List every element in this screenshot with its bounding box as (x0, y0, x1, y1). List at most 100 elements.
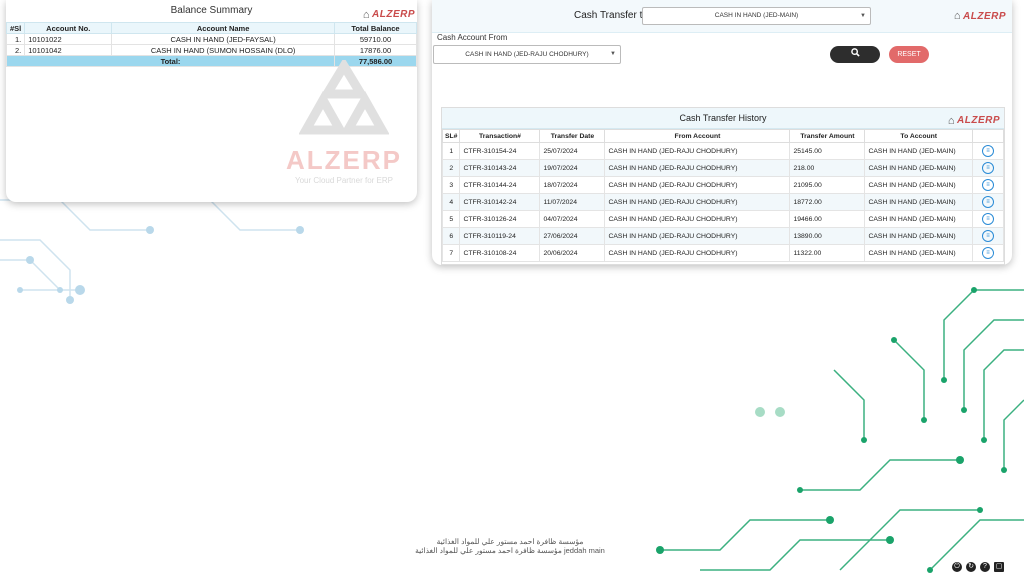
cell-amount: 218.00 (789, 159, 866, 177)
cell-amount: 13890.00 (789, 227, 866, 245)
cell-amount: 19466.00 (789, 210, 866, 228)
alzerp-logo-icon: ⌂ (947, 115, 955, 127)
power-icon[interactable]: ⏻ (952, 562, 962, 572)
account-from-select[interactable]: CASH IN HAND (JED-RAJU CHODHURY) ▼ (433, 45, 621, 64)
chevron-down-icon: ▼ (610, 51, 616, 57)
cell-date: 18/07/2024 (539, 176, 606, 194)
cell-from: CASH IN HAND (JED-RAJU CHODHURY) (604, 193, 791, 211)
table-row: 4 CTFR-310142-24 11/07/2024 CASH IN HAND (J… (441, 193, 1004, 211)
cell-from: CASH IN HAND (JED-RAJU CHODHURY) (604, 244, 791, 262)
cell-to: CASH IN HAND (JED-MAIN) (864, 210, 973, 228)
table-row: 7 CTFR-310108-24 20/06/2024 CASH IN HAND (J… (441, 244, 1004, 262)
col-transfer-amount: Transfer Amount (789, 129, 866, 143)
brand-logo: ⌂ ALZERP (363, 4, 415, 26)
cell-txn: CTFR-310144-24 (459, 176, 541, 194)
screen-icon[interactable]: ▢ (994, 562, 1004, 572)
transfer-history-section: Cash Transfer History ⌂ ALZERP SL# Trans… (441, 107, 1005, 265)
cell-to: CASH IN HAND (JED-MAIN) (864, 142, 973, 160)
alzerp-watermark-logo-icon (298, 57, 390, 135)
col-actions (972, 129, 1004, 143)
table-row: 2 CTFR-310143-24 19/07/2024 CASH IN HAND (J… (441, 159, 1004, 177)
table-row: 2. 10101042 CASH IN HAND (SUMON HOSSAIN … (6, 44, 417, 56)
cell-action: ≡ (972, 159, 1004, 177)
refresh-icon[interactable]: ↻ (966, 562, 976, 572)
col-to-account: To Account (864, 129, 973, 143)
transfer-history-table: SL# Transaction# Transfer Date From Acco… (441, 129, 1004, 262)
cell-date: 27/06/2024 (539, 227, 606, 245)
col-transaction: Transaction# (459, 129, 541, 143)
brand-logo: ⌂ ALZERP (948, 111, 1000, 131)
cell-sl: 7 (441, 244, 461, 262)
view-document-icon[interactable]: ≡ (982, 230, 994, 242)
cell-to: CASH IN HAND (JED-MAIN) (864, 193, 973, 211)
col-account-no: Account No. (24, 22, 113, 34)
company-name-line1: مؤسسة ظافرة احمد مستور علي للمواد الغذائ… (436, 537, 584, 546)
help-icon[interactable]: ? (980, 562, 990, 572)
view-document-icon[interactable]: ≡ (982, 213, 994, 225)
balance-summary-header: Balance Summary ⌂ ALZERP (6, 0, 417, 22)
cell-amount: 25145.00 (789, 142, 866, 160)
col-transfer-date: Transfer Date (539, 129, 606, 143)
cell-sl: 4 (441, 193, 461, 211)
cell-from: CASH IN HAND (JED-RAJU CHODHURY) (604, 176, 791, 194)
view-document-icon[interactable]: ≡ (982, 145, 994, 157)
cell-txn: CTFR-310126-24 (459, 210, 541, 228)
company-name-line2: مؤسسة ظافرة احمد مستور علي للمواد الغذائ… (415, 546, 605, 555)
view-document-icon[interactable]: ≡ (982, 179, 994, 191)
circuit-background-right (833, 287, 1024, 473)
cell-to: CASH IN HAND (JED-MAIN) (864, 159, 973, 177)
cell-date: 25/07/2024 (539, 142, 606, 160)
cell-action: ≡ (972, 142, 1004, 160)
transfer-history-title: Cash Transfer History (679, 113, 767, 123)
cell-txn: CTFR-310119-24 (459, 227, 541, 245)
cell-to: CASH IN HAND (JED-MAIN) (864, 227, 973, 245)
view-document-icon[interactable]: ≡ (982, 162, 994, 174)
col-sl: SL# (441, 129, 461, 143)
alzerp-logo-icon: ⌂ (953, 10, 961, 22)
cell-action: ≡ (972, 193, 1004, 211)
cell-txn: CTFR-310143-24 (459, 159, 541, 177)
table-row: 3 CTFR-310144-24 18/07/2024 CASH IN HAND (J… (441, 176, 1004, 194)
cell-date: 19/07/2024 (539, 159, 606, 177)
cell-to: CASH IN HAND (JED-MAIN) (864, 244, 973, 262)
view-document-icon[interactable]: ≡ (982, 247, 994, 259)
cell-action: ≡ (972, 210, 1004, 228)
company-footer: مؤسسة ظافرة احمد مستور علي للمواد الغذائ… (415, 537, 605, 555)
cash-transfer-panel: Cash Transfer to CASH IN HAND (JED-MAIN)… (432, 0, 1012, 265)
transfer-to-select[interactable]: CASH IN HAND (JED-MAIN) ▼ (642, 7, 871, 25)
account-from-label: Cash Account From (437, 33, 508, 42)
search-button[interactable] (830, 46, 880, 63)
cell-action: ≡ (972, 176, 1004, 194)
cell-date: 20/06/2024 (539, 244, 606, 262)
cell-amount: 11322.00 (789, 244, 866, 262)
cell-from: CASH IN HAND (JED-RAJU CHODHURY) (604, 210, 791, 228)
cell-amount: 21095.00 (789, 176, 866, 194)
cell-sl: 2 (441, 159, 461, 177)
balance-summary-panel: Balance Summary ⌂ ALZERP #Sl Account No.… (6, 0, 417, 202)
cell-sl: 6 (441, 227, 461, 245)
circuit-background-bottom (656, 407, 1024, 573)
col-from-account: From Account (604, 129, 791, 143)
table-row: 5 CTFR-310126-24 04/07/2024 CASH IN HAND (J… (441, 210, 1004, 228)
cell-date: 11/07/2024 (539, 193, 606, 211)
view-document-icon[interactable]: ≡ (982, 196, 994, 208)
col-account-name: Account Name (111, 22, 335, 34)
table-row: 6 CTFR-310119-24 27/06/2024 CASH IN HAND (J… (441, 227, 1004, 245)
brand-logo: ⌂ ALZERP (953, 10, 1006, 22)
cell-action: ≡ (972, 227, 1004, 245)
table-row: 1 CTFR-310154-24 25/07/2024 CASH IN HAND (J… (441, 142, 1004, 160)
alzerp-watermark: ALZERP Your Cloud Partner for ERP (264, 57, 417, 200)
cell-to: CASH IN HAND (JED-MAIN) (864, 176, 973, 194)
reset-button[interactable]: RESET (889, 46, 929, 63)
cell-date: 04/07/2024 (539, 210, 606, 228)
cell-txn: CTFR-310154-24 (459, 142, 541, 160)
transfer-history-header: Cash Transfer History ⌂ ALZERP (442, 108, 1004, 129)
cell-sl: 3 (441, 176, 461, 194)
cell-txn: CTFR-310142-24 (459, 193, 541, 211)
tray-icons: ⏻ ↻ ? ▢ (952, 562, 1004, 572)
cell-from: CASH IN HAND (JED-RAJU CHODHURY) (604, 227, 791, 245)
cell-amount: 18772.00 (789, 193, 866, 211)
balance-summary-title: Balance Summary (170, 5, 253, 16)
chevron-down-icon: ▼ (860, 13, 866, 19)
search-icon (850, 48, 860, 57)
